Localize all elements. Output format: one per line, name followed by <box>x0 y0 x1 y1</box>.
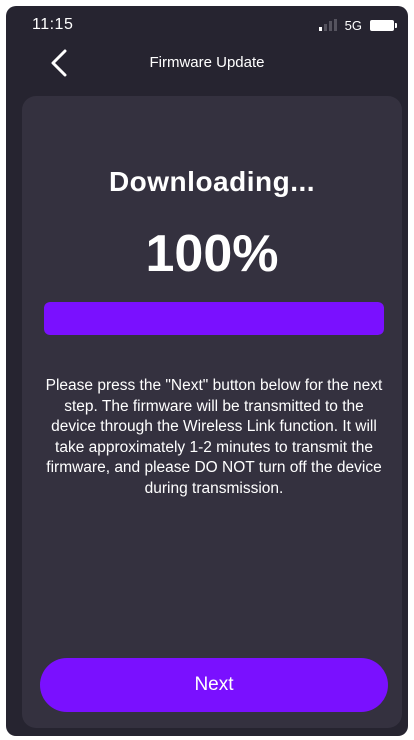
phone-screen: 11:15 5G Firmware Update Downloading... … <box>6 6 408 736</box>
instructions-text: Please press the "Next" button below for… <box>45 377 383 497</box>
download-percent: 100% <box>145 225 279 283</box>
download-status-heading: Downloading... <box>108 166 316 197</box>
status-indicators: 5G <box>318 17 397 33</box>
status-bar: 11:15 5G <box>6 6 408 40</box>
update-card: Downloading... 100% Please press the "Ne… <box>22 96 402 728</box>
next-button[interactable]: Next <box>40 658 388 712</box>
page-title: Firmware Update <box>149 54 265 71</box>
navigation-bar: Firmware Update <box>6 40 408 86</box>
status-time: 11:15 <box>32 16 74 33</box>
progress-fill <box>44 302 384 335</box>
battery-icon <box>370 19 397 31</box>
download-progress-bar <box>44 302 384 335</box>
network-type: 5G <box>344 17 362 33</box>
signal-icon <box>318 19 337 31</box>
